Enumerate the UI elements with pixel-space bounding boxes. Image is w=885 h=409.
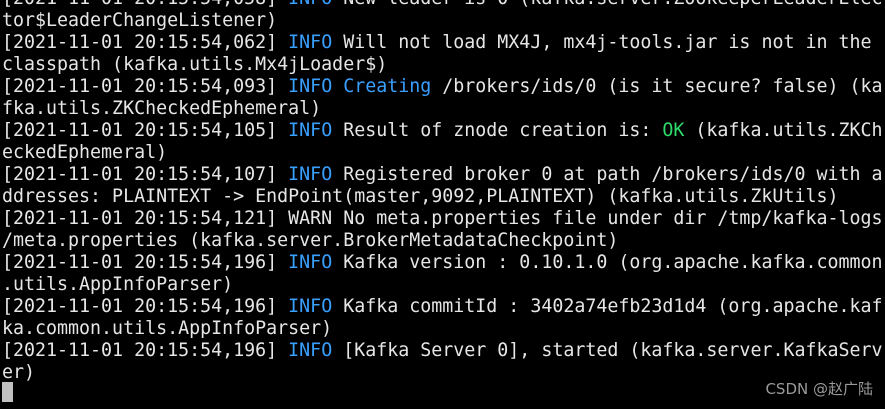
terminal-line: [2021-11-01 20:15:54,093] INFO Creating … xyxy=(0,76,885,98)
log-text: Will not load MX4J, mx4j-tools.jar is no… xyxy=(332,32,872,53)
terminal-line: [2021-11-01 20:15:54,107] INFO Registere… xyxy=(0,164,885,186)
terminal-line: fka.utils.ZKCheckedEphemeral) xyxy=(0,98,885,120)
log-text: Registered broker 0 at path /brokers/ids… xyxy=(332,164,883,185)
log-text: [Kafka Server 0], started (kafka.server.… xyxy=(332,340,883,361)
terminal-line: [2021-11-01 20:15:54,105] INFO Result of… xyxy=(0,120,885,142)
log-text: /meta.properties (kafka.server.BrokerMet… xyxy=(2,230,619,251)
log-text: .utils.AppInfoParser) xyxy=(2,274,234,295)
terminal-line: er) xyxy=(0,362,885,384)
log-level-info: INFO xyxy=(288,32,333,53)
log-level-info: INFO xyxy=(288,252,333,273)
status-ok: OK xyxy=(662,120,685,141)
log-text: [2021-11-01 20:15:54,196] xyxy=(2,340,289,361)
log-text: tor$LeaderChangeListener) xyxy=(2,10,278,31)
log-level-info: INFO xyxy=(288,120,333,141)
log-text: [2021-11-01 20:15:54,107] xyxy=(2,164,289,185)
terminal-line: eckedEphemeral) xyxy=(0,142,885,164)
watermark: CSDN @赵广陆 xyxy=(765,380,873,398)
log-text: [2021-11-01 20:15:54,058] xyxy=(2,0,288,9)
terminal-line: [2021-11-01 20:15:54,196] INFO [Kafka Se… xyxy=(0,340,885,362)
log-level-info: INFO xyxy=(288,296,333,317)
terminal-line: [2021-11-01 20:15:54,196] INFO Kafka com… xyxy=(0,296,885,318)
log-text: [2021-11-01 20:15:54,105] xyxy=(2,120,289,141)
terminal-line: [2021-11-01 20:15:54,062] INFO Will not … xyxy=(0,32,885,54)
log-text: [2021-11-01 20:15:54,093] xyxy=(2,76,289,97)
log-text: Kafka commitId : 3402a74efb23d1d4 (org.a… xyxy=(332,296,883,317)
terminal-line: classpath (kafka.utils.Mx4jLoader$) xyxy=(0,54,885,76)
log-level-info: INFO xyxy=(288,0,332,9)
terminal-line: tor$LeaderChangeListener) xyxy=(0,10,885,32)
log-text: fka.utils.ZKCheckedEphemeral) xyxy=(2,98,322,119)
log-text: Result of znode creation is: xyxy=(332,120,663,141)
log-text: ka.common.utils.AppInfoParser) xyxy=(2,318,333,339)
terminal-line: /meta.properties (kafka.server.BrokerMet… xyxy=(0,230,885,252)
terminal-cursor xyxy=(2,382,13,402)
log-text: [2021-11-01 20:15:54,196] xyxy=(2,296,289,317)
terminal-line: ka.common.utils.AppInfoParser) xyxy=(0,318,885,340)
log-text: [2021-11-01 20:15:54,062] xyxy=(2,32,289,53)
log-text: (kafka.utils.ZKCh xyxy=(684,120,883,141)
terminal-line: [2021-11-01 20:15:54,196] INFO Kafka ver… xyxy=(0,252,885,274)
terminal-line: [2021-11-01 20:15:54,058] INFO New leade… xyxy=(0,0,885,10)
log-text: eckedEphemeral) xyxy=(2,142,168,163)
log-level-info: INFO xyxy=(288,76,333,97)
log-level-info: INFO xyxy=(288,340,333,361)
log-text: /brokers/ids/0 (is it secure? false) (ka xyxy=(431,76,883,97)
log-text: Kafka version : 0.10.1.0 (org.apache.kaf… xyxy=(332,252,883,273)
log-text: [2021-11-01 20:15:54,121] WARN No meta.p… xyxy=(2,208,883,229)
log-level-info: Creating xyxy=(343,76,432,97)
terminal-line: [2021-11-01 20:15:54,121] WARN No meta.p… xyxy=(0,208,885,230)
log-text: er) xyxy=(2,362,36,383)
terminal-output[interactable]: [2021-11-01 20:15:54,058] INFO New leade… xyxy=(0,0,885,409)
log-text: ddresses: PLAINTEXT -> EndPoint(master,9… xyxy=(2,186,839,207)
log-level-info: INFO xyxy=(288,164,333,185)
log-text: [2021-11-01 20:15:54,196] xyxy=(2,252,289,273)
log-text: classpath (kafka.utils.Mx4jLoader$) xyxy=(2,54,388,75)
log-text: New leader is 0 (kafka.server.ZookeeperL… xyxy=(332,0,882,9)
terminal-line: .utils.AppInfoParser) xyxy=(0,274,885,296)
terminal-line: ddresses: PLAINTEXT -> EndPoint(master,9… xyxy=(0,186,885,208)
